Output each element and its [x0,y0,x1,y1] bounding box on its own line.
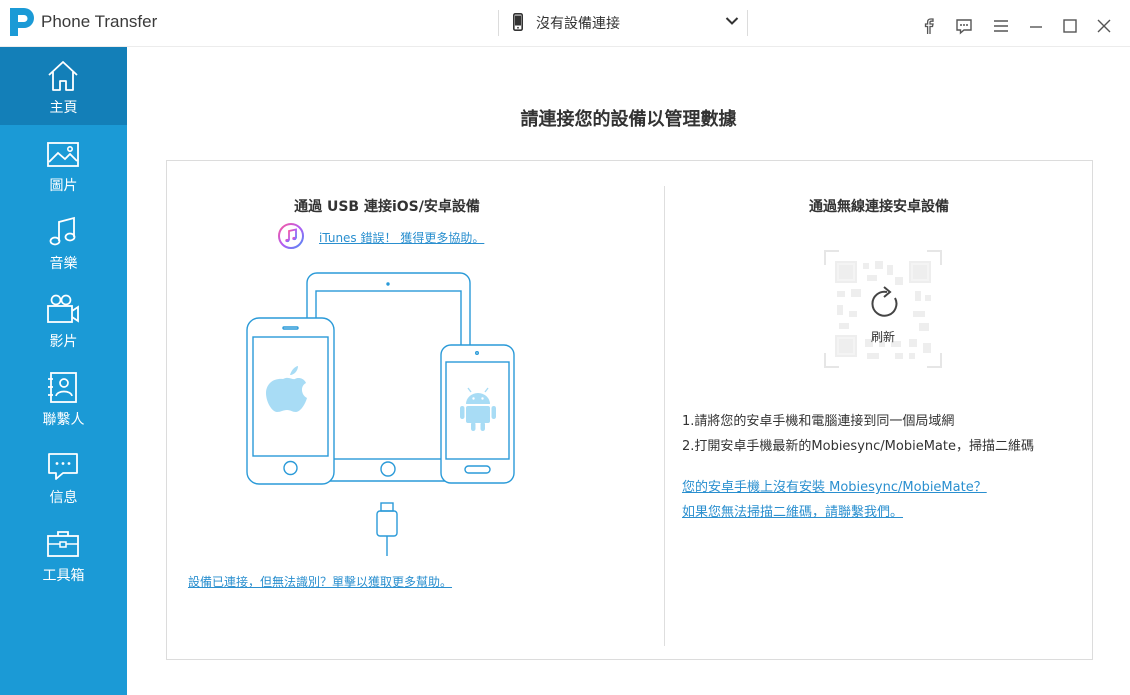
menu-icon[interactable] [992,17,1010,35]
itunes-icon [278,223,304,249]
qr-code-refresh-icon[interactable] [823,249,943,369]
sidebar-item-home[interactable]: 主頁 [0,47,127,125]
device-not-recognized-link[interactable]: 設備已連接，但無法識別？單擊以獲取更多幫助。 [188,573,452,590]
sidebar-item-photos[interactable]: 圖片 [0,125,127,203]
app-not-installed-link[interactable]: 您的安卓手機上沒有安裝 Mobiesync/MobieMate？ [682,476,987,495]
home-icon [48,61,78,91]
app-logo-icon [10,8,34,36]
video-icon [47,294,79,323]
message-icon [48,453,78,480]
panel-divider [664,186,665,646]
sidebar-item-label: 信息 [49,490,78,506]
minimize-icon[interactable] [1027,17,1045,35]
contact-us-link[interactable]: 如果您無法掃描二維碼，請聯繫我們。 [682,501,903,520]
sidebar-item-videos[interactable]: 影片 [0,281,127,359]
chevron-down-icon [725,17,739,25]
sidebar-item-label: 主頁 [49,100,78,116]
sidebar-item-label: 工具箱 [42,568,85,584]
facebook-icon[interactable] [920,17,938,35]
app-title: Phone Transfer [41,12,158,31]
sidebar-item-music[interactable]: 音樂 [0,203,127,281]
photo-icon [47,142,79,167]
sidebar-item-contacts[interactable]: 聯繫人 [0,359,127,437]
toolbox-icon [47,531,79,557]
feedback-icon[interactable] [955,17,973,35]
title-bar: Phone Transfer 沒有設備連接 [0,0,1130,47]
close-icon[interactable] [1095,17,1113,35]
devices-illustration-icon [246,272,515,556]
sidebar-item-label: 音樂 [49,256,78,272]
sidebar-item-toolbox[interactable]: 工具箱 [0,515,127,593]
maximize-icon[interactable] [1061,17,1079,35]
music-icon [49,216,76,246]
wireless-step: 2.打開安卓手機最新的Mobiesync/MobieMate，掃描二維碼 [682,439,1034,454]
page-title: 請連接您的設備以管理數據 [520,109,737,130]
phone-icon [513,13,523,31]
sidebar-item-label: 圖片 [49,178,78,194]
itunes-help-link[interactable]: iTunes 錯誤！ 獲得更多協助。 [319,229,484,246]
qr-refresh-label: 刷新 [870,330,895,344]
wireless-step: 1.請將您的安卓手機和電腦連接到同一個局域網 [682,414,955,429]
sidebar-item-messages[interactable]: 信息 [0,437,127,515]
sidebar-item-label: 聯繫人 [42,412,85,428]
sidebar: 主頁 圖片 音樂 影片 聯繫人 信息 工具箱 [0,47,127,695]
connection-panel: 通過 USB 連接iOS/安卓設備 iTunes 錯誤！ 獲得更多協助。 設備已… [166,160,1093,660]
device-selector[interactable]: 沒有設備連接 [498,10,748,36]
sidebar-item-label: 影片 [49,334,78,350]
usb-section-title: 通過 USB 連接iOS/安卓設備 [294,199,480,215]
device-selector-label: 沒有設備連接 [536,16,620,32]
contacts-icon [48,372,77,403]
wireless-section-title: 通過無線連接安卓設備 [809,199,949,215]
